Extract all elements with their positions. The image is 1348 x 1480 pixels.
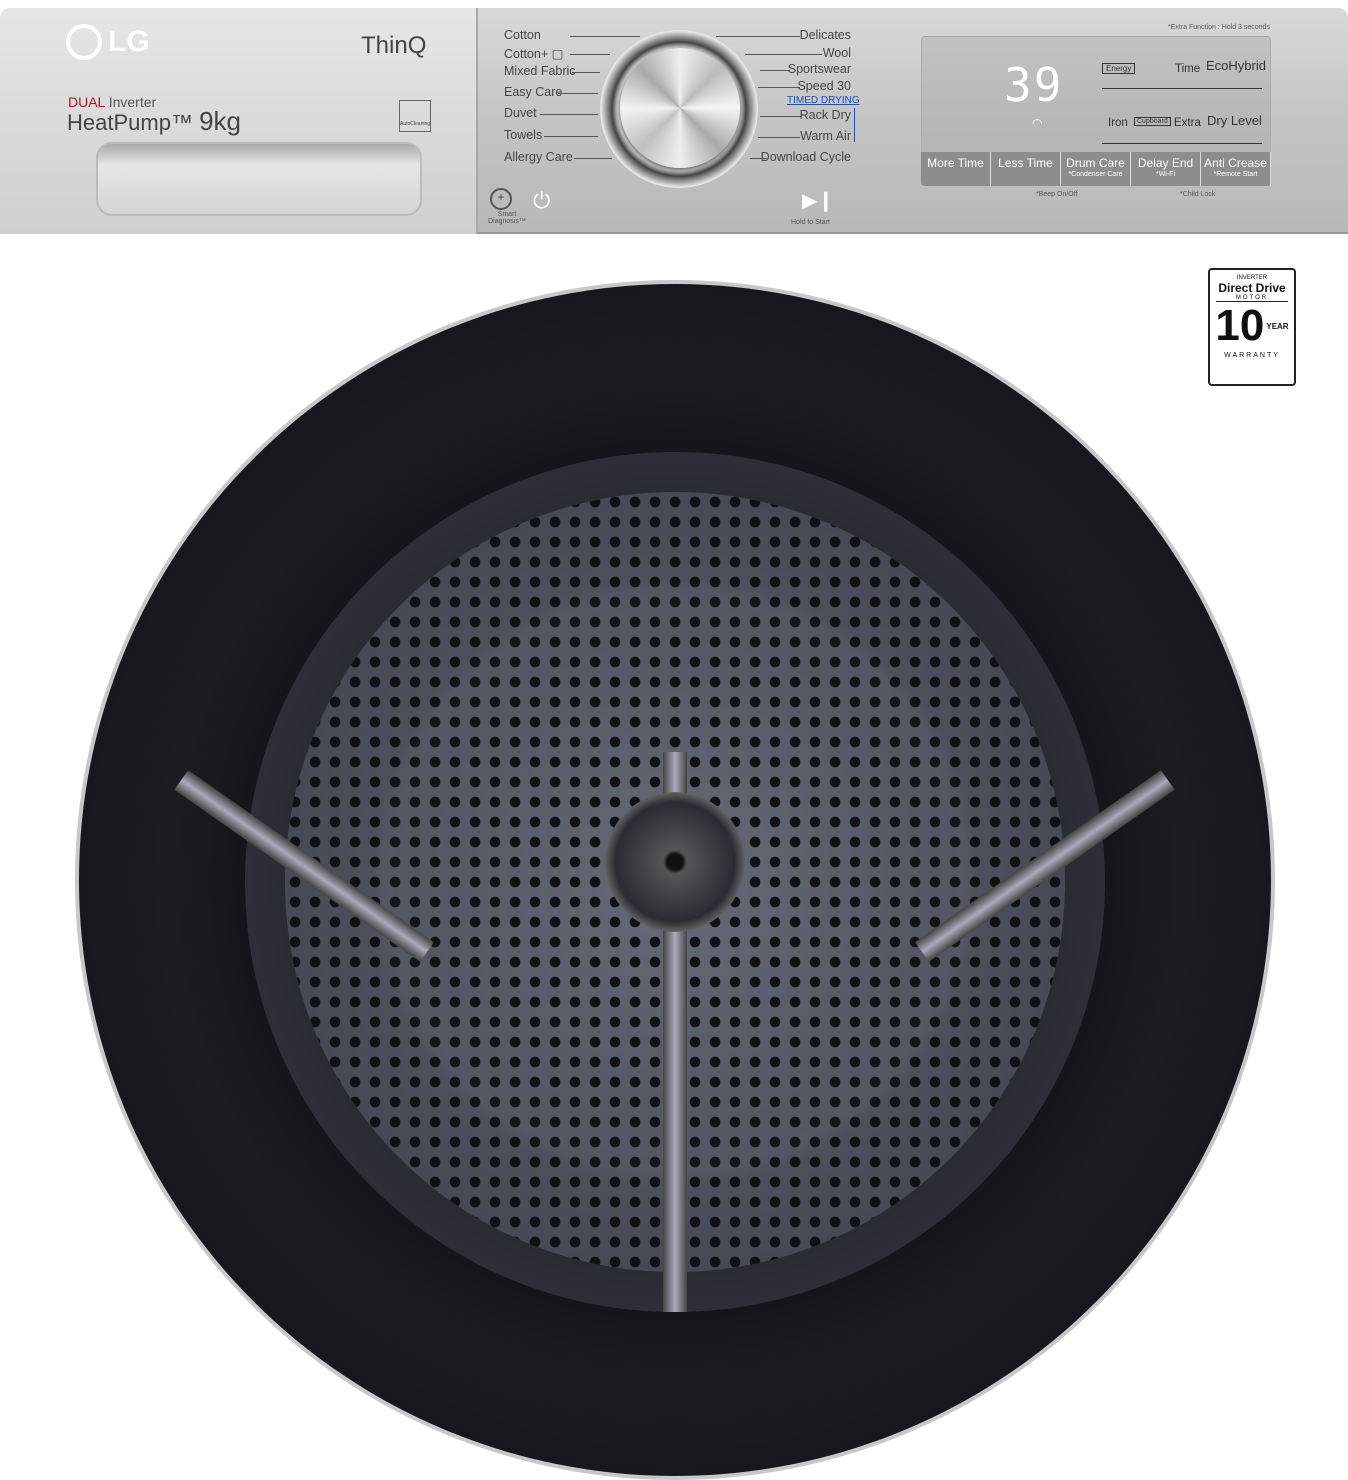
time-indicator: Time [1175,63,1201,75]
function-button[interactable]: Drum Care *Condenser Care [1061,152,1131,186]
badge-warranty: WARRANTY [1224,352,1280,359]
program-leader-line [572,72,600,73]
program-6[interactable]: Allergy Care [504,150,573,164]
logo-text: LG [108,25,150,58]
function-button-label: More Time [927,156,984,170]
start-pause-button[interactable]: ▶❙ [802,188,834,213]
dry-level-label: Dry Level [1207,113,1262,128]
capacity-text: 9kg [199,106,241,136]
autocleaning-icon: AutoCleaning [399,100,431,132]
extra-indicator: Extra [1174,117,1201,129]
lg-face-icon [66,24,102,60]
function-button-label: Drum Care [1066,156,1125,170]
function-button-sub: *Remote Start [1213,171,1258,178]
program-r0[interactable]: Delicates [800,28,851,42]
function-button-sub: *Wi-Fi [1155,171,1176,178]
program-3[interactable]: Easy Care [504,85,562,99]
time-remaining-digits: 39 [1004,58,1064,112]
power-button[interactable]: ⏻ [533,188,550,214]
badge-years: 10 [1215,301,1265,350]
autocleaning-text: AutoCleaning [400,121,431,127]
function-button[interactable]: Less Time [991,152,1061,186]
child-lock-note: *Child Lock [1180,191,1216,198]
program-leader-line [558,93,598,94]
program-leader-line [570,36,640,37]
program-leader-line [758,137,800,138]
program-4[interactable]: Duvet [504,106,537,120]
beep-note: *Beep On/Off [1036,191,1078,198]
program-leader-line [544,136,598,137]
lg-logo: LG [66,24,150,60]
wifi-icon: ◠ [1032,116,1043,130]
program-leader-line [574,158,612,159]
cupboard-indicator: Cupboard [1134,117,1171,126]
heatpump-label: HeatPump™ 9kg [67,106,241,137]
program-leader-line [570,54,610,55]
function-button[interactable]: More Time [921,152,991,186]
function-button-label: Anti Crease [1204,156,1267,170]
program-leader-line [760,70,790,71]
program-r3[interactable]: Speed 30 [797,79,851,93]
program-leader-line [760,116,802,117]
function-button-sub: *Condenser Care [1068,171,1123,178]
function-button-label: Delay End [1137,156,1194,170]
drum [174,452,1175,1312]
iron-indicator: Iron [1108,117,1128,129]
program-leader-line [750,158,767,159]
function-button-row: More Time Less Time Drum Care *Condenser Ca… [921,152,1271,186]
timed-drying-label: TIMED DRYING [787,95,860,106]
program-0[interactable]: Cotton [504,28,541,42]
detergent-drawer-handle[interactable] [96,142,422,216]
program-r6[interactable]: Download Cycle [761,150,851,164]
smart-diagnosis-label: Smart Diagnosis™ [488,211,526,225]
program-2[interactable]: Mixed Fabric [504,64,576,78]
program-1[interactable]: Cotton+ ▢ [504,46,563,61]
extra-function-note: *Extra Function : Hold 3 seconds [1168,24,1270,31]
warranty-badge: INVERTER Direct Drive MOTOR 10 YEAR WARR… [1208,268,1296,386]
timed-drying-bracket [854,108,855,142]
program-leader-line [745,54,822,55]
badge-title: Direct Drive [1218,281,1286,295]
heatpump-text: HeatPump™ [67,110,193,135]
program-leader-line [540,114,598,115]
dry-level-bracket [1102,143,1262,144]
smart-diagnosis-icon[interactable]: + [490,188,512,210]
thinq-label: ThinQ [361,32,427,59]
drum-hub [605,792,745,932]
program-5[interactable]: Towels [504,128,542,142]
function-button[interactable]: Delay End *Wi-Fi [1131,152,1201,186]
ecohybrid-label: EcoHybrid [1206,58,1266,73]
function-button-label: Less Time [998,156,1053,170]
ecohybrid-bracket [1102,88,1262,89]
program-r5[interactable]: Warm Air [800,129,851,143]
energy-indicator: Energy [1102,63,1136,74]
function-button[interactable]: Anti Crease *Remote Start [1201,152,1271,186]
program-r4[interactable]: Rack Dry [800,108,851,122]
program-r2[interactable]: Sportswear [788,62,851,76]
badge-year: YEAR [1266,321,1289,331]
program-leader-line [716,36,800,37]
hold-to-start-label: Hold to Start [791,219,830,226]
program-leader-line [758,87,800,88]
program-dial[interactable] [620,48,740,168]
program-r1[interactable]: Wool [823,46,851,60]
